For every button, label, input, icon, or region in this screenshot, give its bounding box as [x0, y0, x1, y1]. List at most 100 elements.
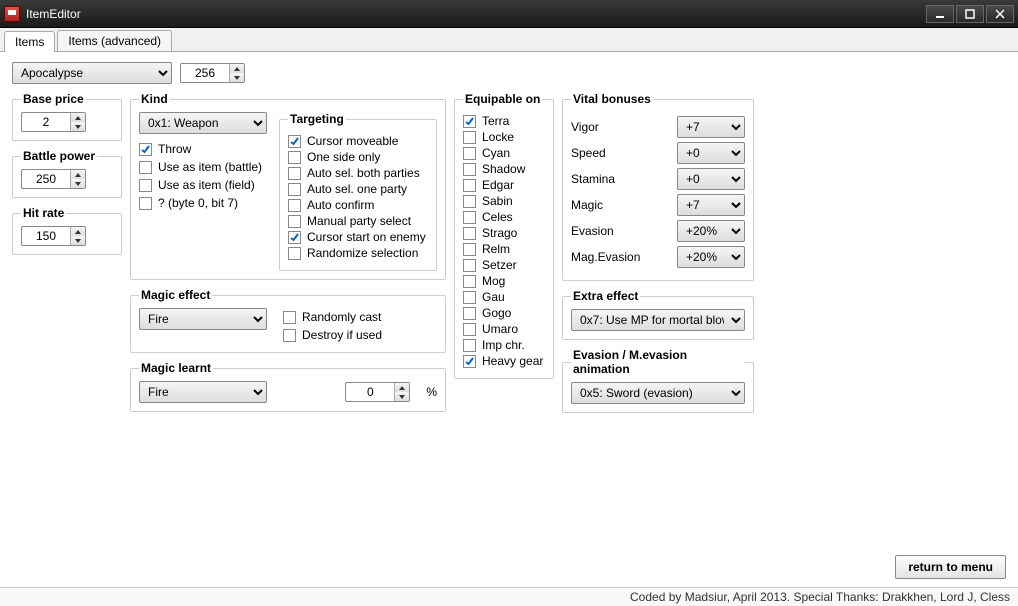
targeting-item-3[interactable]: Auto sel. one party [288, 182, 428, 196]
base-price-input[interactable] [22, 113, 70, 131]
extra-effect-label: Extra effect [571, 289, 640, 303]
checkbox-icon [463, 195, 476, 208]
battle-power-group: Battle power [12, 149, 122, 198]
hit-rate-input[interactable] [22, 227, 70, 245]
equipable-item-2[interactable]: Cyan [463, 146, 545, 160]
targeting-item-0[interactable]: Cursor moveable [288, 134, 428, 148]
equipable-item-12[interactable]: Gogo [463, 306, 545, 320]
tab-items-advanced[interactable]: Items (advanced) [57, 30, 172, 51]
magic-learnt-rate[interactable] [345, 382, 410, 402]
equipable-item-9[interactable]: Setzer [463, 258, 545, 272]
checkbox-icon [139, 143, 152, 156]
targeting-item-1[interactable]: One side only [288, 150, 428, 164]
flag-use-field[interactable]: Use as item (field) [139, 178, 267, 192]
item-select[interactable]: Apocalypse [12, 62, 172, 84]
equipable-item-5[interactable]: Sabin [463, 194, 545, 208]
vital-label: Vital bonuses [571, 92, 653, 106]
kind-label: Kind [139, 92, 170, 106]
checkbox-icon [463, 131, 476, 144]
footer-text: Coded by Madsiur, April 2013. Special Th… [0, 587, 1018, 606]
close-button[interactable] [986, 5, 1014, 23]
vital-key: Stamina [571, 172, 615, 186]
checkbox-icon [139, 161, 152, 174]
checkbox-icon [463, 307, 476, 320]
vital-group: Vital bonuses Vigor+7 Speed +0 Stamina +0 Mag… [562, 92, 754, 281]
targeting-item-6[interactable]: Cursor start on enemy [288, 230, 428, 244]
spin-down-icon[interactable] [230, 73, 244, 82]
base-price-spinner[interactable] [21, 112, 86, 132]
percent-label: % [426, 385, 437, 399]
tabbar: Items Items (advanced) [0, 28, 1018, 52]
targeting-item-7[interactable]: Randomize selection [288, 246, 428, 260]
checkbox-icon [288, 135, 301, 148]
vital-key: Mag.Evasion [571, 250, 640, 264]
equipable-item-14[interactable]: Imp chr. [463, 338, 545, 352]
base-price-label: Base price [21, 92, 86, 106]
flag-use-battle[interactable]: Use as item (battle) [139, 160, 267, 174]
equipable-item-3[interactable]: Shadow [463, 162, 545, 176]
checkbox-icon [288, 215, 301, 228]
magic-effect-select[interactable]: Fire [139, 308, 267, 330]
vital-row-3: Magic +7 [571, 194, 745, 216]
equipable-item-13[interactable]: Umaro [463, 322, 545, 336]
equipable-item-10[interactable]: Mog [463, 274, 545, 288]
titlebar[interactable]: ItemEditor [0, 0, 1018, 28]
equipable-item-0[interactable]: Terra [463, 114, 545, 128]
return-to-menu-button[interactable]: return to menu [895, 555, 1006, 579]
checkbox-icon [283, 311, 296, 324]
vital-select-2[interactable]: +0 [677, 168, 745, 190]
magic-destroy[interactable]: Destroy if used [283, 328, 382, 342]
page: Apocalypse Base price [0, 52, 1018, 587]
targeting-item-5[interactable]: Manual party select [288, 214, 428, 228]
tab-items[interactable]: Items [4, 31, 55, 52]
checkbox-icon [463, 323, 476, 336]
targeting-item-2[interactable]: Auto sel. both parties [288, 166, 428, 180]
flag-byte0bit7[interactable]: ? (byte 0, bit 7) [139, 196, 267, 210]
checkbox-icon [463, 163, 476, 176]
checkbox-icon [288, 151, 301, 164]
vital-key: Evasion [571, 224, 614, 238]
window-title: ItemEditor [26, 7, 926, 21]
equipable-item-8[interactable]: Relm [463, 242, 545, 256]
hit-rate-spinner[interactable] [21, 226, 86, 246]
vital-row-0: Vigor+7 [571, 116, 745, 138]
spin-up-icon[interactable] [230, 64, 244, 73]
magic-learnt-select[interactable]: Fire [139, 381, 267, 403]
equipable-item-4[interactable]: Edgar [463, 178, 545, 192]
evasion-anim-select[interactable]: 0x5: Sword (evasion) [571, 382, 745, 404]
equipable-item-1[interactable]: Locke [463, 130, 545, 144]
battle-power-input[interactable] [22, 170, 70, 188]
vital-select-5[interactable]: +20% [677, 246, 745, 268]
checkbox-icon [463, 179, 476, 192]
targeting-group: Targeting Cursor moveable One side only Au… [279, 112, 437, 271]
targeting-label: Targeting [288, 112, 346, 126]
kind-select[interactable]: 0x1: Weapon [139, 112, 267, 134]
checkbox-icon [463, 243, 476, 256]
targeting-item-4[interactable]: Auto confirm [288, 198, 428, 212]
checkbox-icon [463, 211, 476, 224]
magic-effect-label: Magic effect [139, 288, 212, 302]
vital-key: Magic [571, 198, 603, 212]
vital-select-0[interactable]: +7 [677, 116, 745, 138]
checkbox-icon [288, 231, 301, 244]
magic-random-cast[interactable]: Randomly cast [283, 310, 382, 324]
item-id-input[interactable] [181, 64, 229, 82]
equipable-item-6[interactable]: Celes [463, 210, 545, 224]
equipable-item-15[interactable]: Heavy gear [463, 354, 545, 368]
battle-power-spinner[interactable] [21, 169, 86, 189]
flag-throw[interactable]: Throw [139, 142, 267, 156]
checkbox-icon [463, 259, 476, 272]
maximize-button[interactable] [956, 5, 984, 23]
vital-select-3[interactable]: +7 [677, 194, 745, 216]
vital-key: Speed [571, 146, 606, 160]
magic-learnt-rate-input[interactable] [346, 383, 394, 401]
evasion-anim-group: Evasion / M.evasion animation 0x5: Sword… [562, 348, 754, 413]
vital-select-4[interactable]: +20% [677, 220, 745, 242]
extra-effect-select[interactable]: 0x7: Use MP for mortal blow [571, 309, 745, 331]
minimize-button[interactable] [926, 5, 954, 23]
item-id-spinner[interactable] [180, 63, 245, 83]
equipable-item-11[interactable]: Gau [463, 290, 545, 304]
equipable-item-7[interactable]: Strago [463, 226, 545, 240]
window: ItemEditor Items Items (advanced) Apocal… [0, 0, 1018, 606]
vital-select-1[interactable]: +0 [677, 142, 745, 164]
